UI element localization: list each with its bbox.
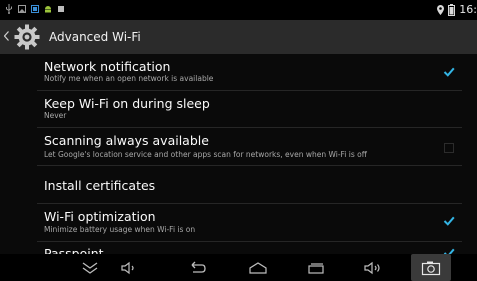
recent-apps-icon (308, 262, 324, 274)
location-icon (437, 4, 445, 15)
settings-gear-icon[interactable] (14, 24, 40, 50)
action-bar: Advanced Wi-Fi (0, 20, 477, 54)
checkbox-checked[interactable] (443, 247, 455, 254)
setting-summary: Never (44, 111, 67, 120)
navigation-bar (0, 254, 477, 281)
notification-icons (5, 4, 65, 14)
home-button[interactable] (244, 254, 272, 281)
setting-title: Wi-Fi optimization (44, 209, 156, 224)
status-bar: 16: (0, 0, 477, 20)
checkbox-checked[interactable] (443, 215, 455, 227)
setting-title: Scanning always available (44, 133, 209, 148)
setting-install-certificates[interactable]: Install certificates (0, 166, 477, 203)
volume-down-icon (121, 261, 134, 274)
setting-title: Install certificates (44, 178, 156, 193)
setting-network-notification[interactable]: Network notification Notify me when an o… (0, 54, 477, 90)
hide-keyboard-button[interactable] (76, 254, 104, 281)
setting-summary: Minimize battery usage when Wi-Fi is on (44, 225, 196, 234)
status-time: 16: (459, 3, 477, 16)
image-icon (18, 5, 26, 13)
checkbox-unchecked[interactable] (443, 142, 455, 154)
setting-summary: Notify me when an open network is availa… (44, 74, 214, 83)
setting-summary: Let Google's location service and other … (44, 150, 367, 159)
setting-keep-wifi-on-during-sleep[interactable]: Keep Wi-Fi on during sleep Never (0, 91, 477, 127)
screenshot-button[interactable] (411, 254, 451, 281)
back-button[interactable] (183, 254, 211, 281)
back-icon (191, 261, 206, 273)
setting-title: Passpoint (44, 246, 104, 254)
screenshot-icon (31, 5, 39, 13)
setting-passpoint[interactable]: Passpoint (0, 242, 477, 254)
setting-title: Network notification (44, 59, 171, 74)
screenshot-camera-icon (421, 261, 441, 275)
volume-up-icon (364, 261, 380, 274)
page-title: Advanced Wi-Fi (49, 30, 141, 44)
system-icons: 16: (437, 3, 477, 16)
usb-icon (6, 4, 12, 14)
battery-icon (448, 3, 456, 16)
volume-up-button[interactable] (361, 254, 385, 281)
volume-down-button[interactable] (117, 254, 141, 281)
recent-apps-button[interactable] (302, 254, 330, 281)
square-icon (58, 6, 64, 12)
up-caret-icon[interactable] (4, 31, 9, 41)
setting-wifi-optimization[interactable]: Wi-Fi optimization Minimize battery usag… (0, 204, 477, 241)
home-icon (249, 261, 267, 274)
settings-list[interactable]: Network notification Notify me when an o… (0, 54, 477, 254)
checkbox-checked[interactable] (443, 66, 455, 78)
android-icon (45, 6, 51, 13)
setting-title: Keep Wi-Fi on during sleep (44, 96, 210, 111)
hide-keyboard-icon (82, 261, 98, 274)
setting-scanning-always-available[interactable]: Scanning always available Let Google's l… (0, 128, 477, 165)
